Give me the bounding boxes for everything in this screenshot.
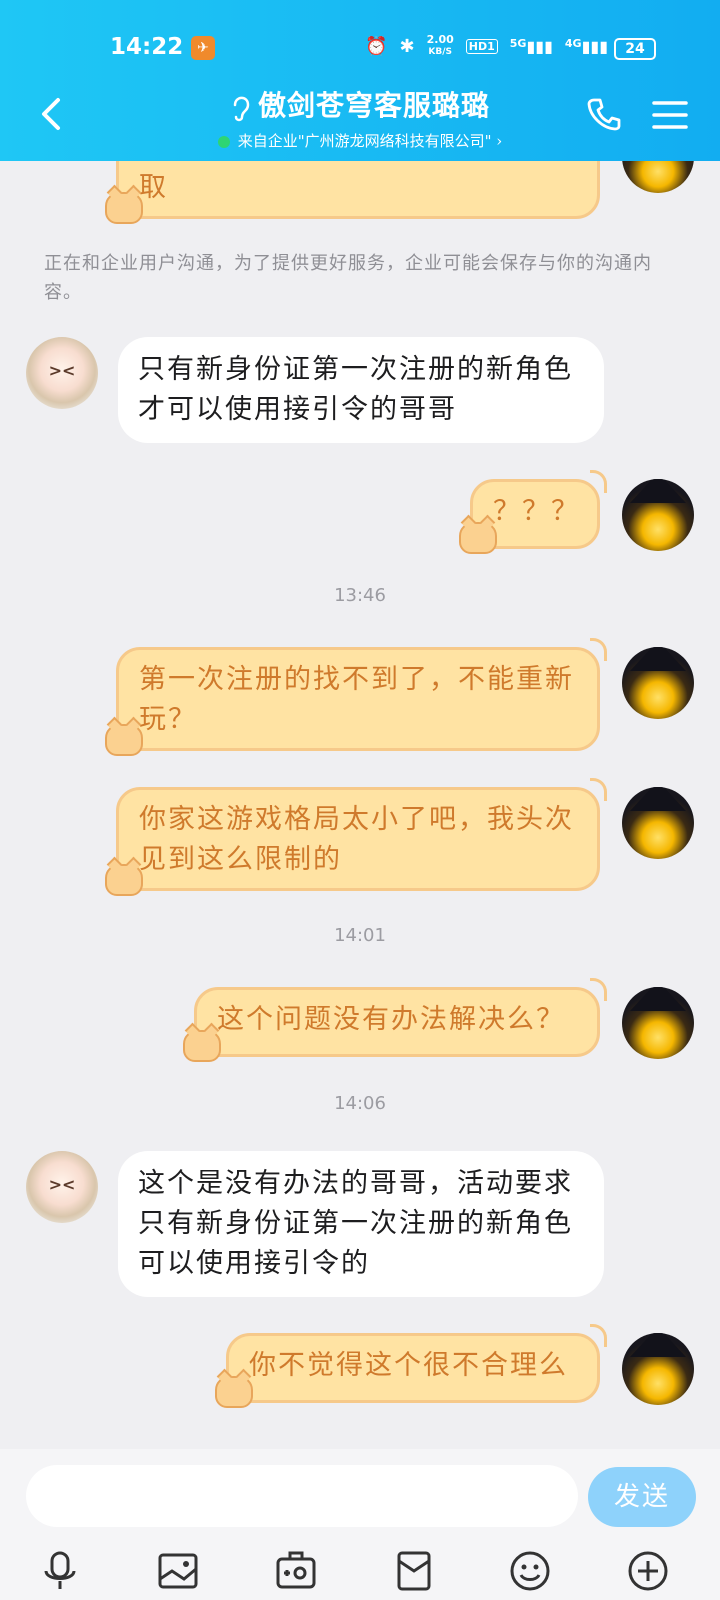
input-bar: 发送	[0, 1449, 720, 1600]
avatar[interactable]	[622, 647, 694, 719]
signal-4g-label: 4G	[564, 36, 582, 50]
avatar[interactable]	[622, 987, 694, 1059]
message-text: 这个是没有办法的哥哥，活动要求只有新身份证第一次注册的新角色可以使用接引令的	[138, 1168, 573, 1279]
title-text: 傲剑苍穹客服璐璐	[257, 89, 490, 122]
cat-decoration-icon	[105, 192, 143, 224]
message-bubble[interactable]: 你家这游戏格局太小了吧，我头次见到这么限制的	[105, 778, 607, 896]
avatar[interactable]	[622, 1333, 694, 1405]
avatar[interactable]	[622, 479, 694, 551]
toolbar	[0, 1549, 720, 1599]
message-bubble[interactable]: 这个是没有办法的哥哥，活动要求只有新身份证第一次注册的新角色可以使用接引令的	[118, 1151, 604, 1297]
message-text: 这个问题没有办法解决么？	[217, 1004, 565, 1035]
bluetooth-icon: ✱	[399, 35, 415, 57]
online-status-icon	[217, 136, 230, 148]
signal-4g-icon: 4G▮▮▮	[564, 36, 608, 56]
message-bubble[interactable]: 第一次注册的找不到了，不能重新玩？	[105, 638, 607, 756]
cat-decoration-icon	[459, 522, 497, 554]
chat-header: 14:22 ✈ ⏰ ✱ 2.00 KB/S HD1 5G▮▮▮ 4G▮▮▮ 24…	[0, 0, 720, 161]
plus-icon[interactable]	[626, 1549, 670, 1593]
signal-5g-label: 5G	[509, 36, 527, 50]
timestamp: 14:06	[334, 1093, 386, 1114]
company-subtitle[interactable]: 来自企业"广州游龙网络科技有限公司" ›	[0, 130, 720, 151]
cat-decoration-icon	[183, 1030, 221, 1062]
alarm-icon: ⏰	[365, 35, 388, 57]
avatar[interactable]	[26, 337, 98, 409]
camera-icon[interactable]	[274, 1549, 318, 1593]
message-bubble[interactable]: 你不觉得这个很不合理么	[215, 1324, 607, 1408]
message-bubble[interactable]: 只有新身份证第一次注册的新角色才可以使用接引令的哥哥	[118, 337, 604, 443]
image-icon[interactable]	[156, 1549, 200, 1593]
chevron-right-icon: ›	[496, 132, 503, 150]
message-input[interactable]	[26, 1465, 578, 1527]
menu-icon[interactable]	[652, 100, 688, 130]
ear-icon	[233, 96, 250, 121]
status-bar: 14:22 ✈ ⏰ ✱ 2.00 KB/S HD1 5G▮▮▮ 4G▮▮▮ 24	[0, 30, 720, 70]
message-text: 第一次注册的找不到了，不能重新玩？	[139, 664, 574, 735]
hd-badge: HD1	[465, 38, 498, 54]
signal-5g-icon: 5G▮▮▮	[509, 36, 553, 56]
phone-icon[interactable]	[586, 96, 622, 132]
timestamp: 14:01	[334, 925, 386, 946]
message-text: 你家这游戏格局太小了吧，我头次见到这么限制的	[139, 804, 574, 875]
message-text: ？？？	[493, 496, 580, 527]
chat-area[interactable]: 取 正在和企业用户沟通，为了提供更好服务，企业可能会保存与你的沟通内容。 只有新…	[0, 121, 720, 1449]
message-text: 你不觉得这个很不合理么	[249, 1350, 568, 1381]
red-packet-icon[interactable]	[392, 1549, 436, 1593]
cat-decoration-icon	[105, 864, 143, 896]
app-notification-icon: ✈	[191, 36, 215, 60]
message-bubble[interactable]: ？？？	[459, 470, 607, 554]
message-bubble[interactable]: 这个问题没有办法解决么？	[183, 978, 607, 1062]
microphone-icon[interactable]	[38, 1549, 82, 1593]
subtitle-text: 来自企业"广州游龙网络科技有限公司"	[237, 132, 492, 150]
net-speed-value: 2.00	[426, 33, 454, 46]
send-button[interactable]: 发送	[588, 1467, 696, 1527]
cat-decoration-icon	[105, 724, 143, 756]
net-speed: 2.00 KB/S	[427, 34, 454, 58]
net-speed-unit: KB/S	[428, 47, 453, 57]
status-icons: ⏰ ✱ 2.00 KB/S HD1 5G▮▮▮ 4G▮▮▮	[365, 34, 608, 58]
privacy-notice: 正在和企业用户沟通，为了提供更好服务，企业可能会保存与你的沟通内容。	[44, 253, 652, 303]
timestamp: 13:46	[334, 585, 386, 606]
cat-decoration-icon	[215, 1376, 253, 1408]
message-text: 只有新身份证第一次注册的新角色才可以使用接引令的哥哥	[138, 354, 573, 425]
emoji-icon[interactable]	[508, 1549, 552, 1593]
status-time: 14:22	[110, 34, 184, 60]
avatar[interactable]	[26, 1151, 98, 1223]
battery-indicator: 24	[614, 38, 656, 60]
message-text: 取	[139, 172, 168, 203]
avatar[interactable]	[622, 787, 694, 859]
